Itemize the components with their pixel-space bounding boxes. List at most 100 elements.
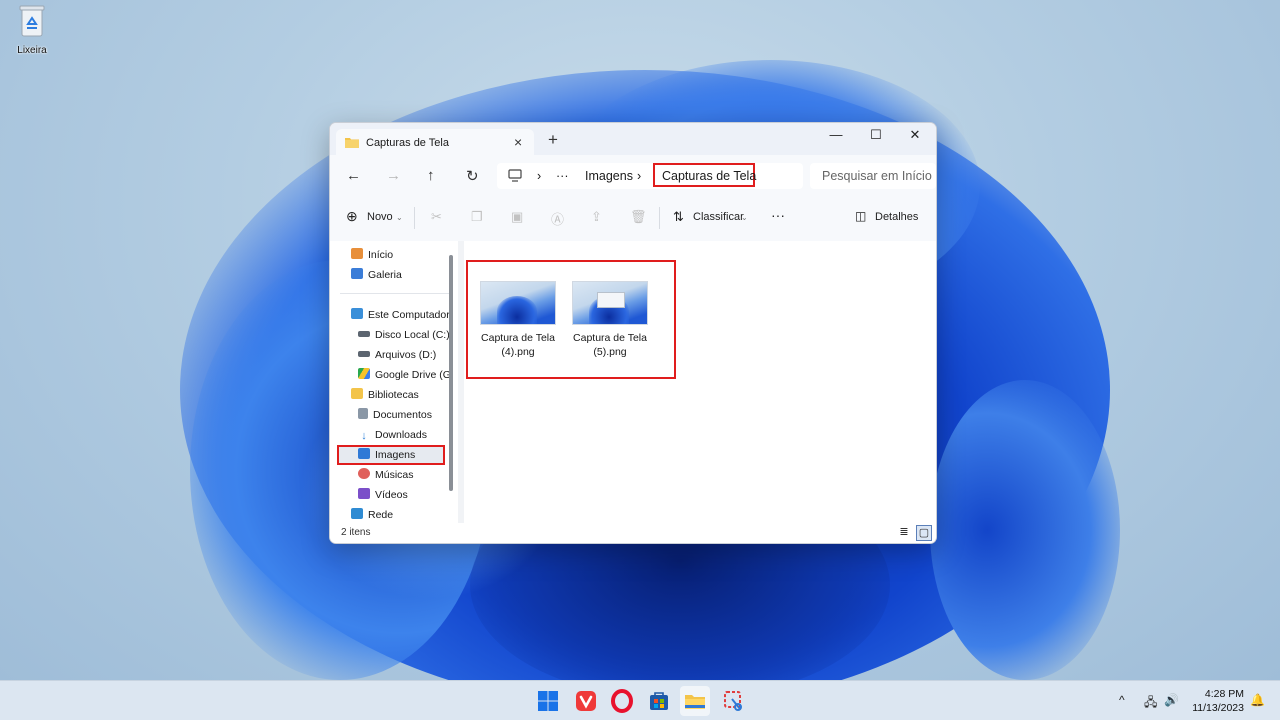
navigation-bar: ← → ↑ ↻ › ··· Imagens › Capturas de Tela… [330, 155, 936, 197]
chevron-down-icon: ⌄ [396, 213, 403, 222]
folder-icon [345, 138, 359, 148]
close-button[interactable]: ✕ [895, 127, 935, 143]
taskbar: ^ 🖧 🔊 4:28 PM 11/13/2023 🔔 [0, 680, 1280, 720]
close-tab-icon[interactable]: × [514, 134, 522, 150]
sidebar-item-disco-local[interactable]: Disco Local (C:) [358, 326, 450, 344]
details-view-icon[interactable]: ≣ [897, 525, 911, 539]
rename-icon[interactable]: Ⓐ [551, 209, 564, 228]
refresh-button[interactable]: ↻ [466, 167, 479, 185]
network-icon [351, 508, 363, 519]
file-explorer-icon [685, 695, 705, 709]
google-drive-icon [358, 368, 370, 379]
sidebar-item-rede[interactable]: Rede [351, 506, 393, 524]
store-icon[interactable] [647, 689, 671, 713]
sidebar-item-bibliotecas[interactable]: Bibliotecas [351, 386, 419, 404]
file-item[interactable]: Captura de Tela (5).png [568, 281, 652, 359]
status-bar: 2 itens ≣ ▢ [330, 523, 936, 543]
opera-icon[interactable] [610, 689, 634, 713]
clock[interactable]: 4:28 PM 11/13/2023 [1182, 687, 1244, 715]
drive-icon [358, 331, 370, 337]
sidebar-item-galeria[interactable]: Galeria [351, 266, 402, 284]
sidebar-item-google-drive[interactable]: Google Drive (G [358, 366, 451, 384]
image-thumbnail [480, 281, 556, 325]
new-tab-button[interactable]: + [548, 131, 558, 148]
vivaldi-icon[interactable] [574, 689, 598, 713]
computer-icon [508, 169, 522, 182]
breadcrumb-more[interactable]: ··· [556, 169, 569, 183]
network-icon[interactable]: 🖧 [1144, 693, 1157, 714]
search-input[interactable]: Pesquisar em Início [810, 163, 936, 189]
navigation-pane: Início Galeria Este Computador Disco Loc… [330, 241, 458, 523]
sidebar-item-label: Arquivos (D:) [375, 349, 437, 361]
breadcrumb-imagens[interactable]: Imagens [585, 169, 633, 183]
back-button[interactable]: ← [346, 167, 361, 184]
sort-button[interactable]: Classificar [693, 211, 744, 223]
sidebar-item-label: Músicas [375, 469, 414, 481]
thumbnail-bloom [497, 296, 537, 324]
videos-icon [358, 488, 370, 499]
sidebar-item-label: Google Drive (G [375, 369, 451, 381]
maximize-button[interactable]: ☐ [856, 127, 896, 143]
sidebar-item-este-computador[interactable]: Este Computador [351, 306, 450, 324]
file-name-line1: Captura de Tela [481, 332, 555, 344]
forward-button[interactable]: → [386, 167, 401, 184]
folder-icon [351, 388, 363, 399]
address-bar[interactable]: › ··· Imagens › Capturas de Tela [497, 163, 803, 189]
tab-title: Capturas de Tela [366, 137, 449, 149]
breadcrumb-capturas-de-tela[interactable]: Capturas de Tela [662, 169, 756, 183]
details-button[interactable]: Detalhes [875, 211, 918, 223]
sidebar-divider [340, 293, 450, 294]
chevron-down-icon: ⌄ [741, 213, 748, 222]
recycle-bin-shortcut[interactable]: Lixeira [12, 4, 52, 56]
search-placeholder: Pesquisar em Início [822, 169, 932, 183]
delete-icon[interactable]: 🗑 [630, 209, 647, 225]
sidebar-item-label: Este Computador [368, 309, 450, 321]
new-button[interactable]: Novo [367, 211, 393, 223]
sidebar-item-documentos[interactable]: Documentos [358, 406, 432, 424]
more-options-button[interactable]: ··· [771, 207, 785, 223]
sidebar-item-label: Disco Local (C:) [375, 329, 450, 341]
new-plus-icon: ⊕ [346, 208, 358, 224]
snipping-tool-icon[interactable] [722, 689, 746, 713]
notification-bell-icon[interactable]: 🔔 [1250, 693, 1265, 707]
sidebar-item-label: Início [368, 249, 394, 261]
sidebar-item-downloads[interactable]: ↓ Downloads [358, 426, 427, 444]
sidebar-item-arquivos[interactable]: Arquivos (D:) [358, 346, 436, 364]
sort-icon: ⇅ [673, 209, 684, 224]
up-button[interactable]: ↑ [427, 167, 435, 184]
recycle-bin-icon [19, 5, 45, 37]
file-item[interactable]: Captura de Tela (4).png [476, 281, 560, 359]
file-explorer-taskbar-button[interactable] [680, 686, 710, 716]
minimize-button[interactable]: — [816, 127, 856, 142]
windows-start-icon[interactable] [536, 689, 560, 713]
title-bar: Capturas de Tela × + — ☐ ✕ [330, 123, 936, 157]
command-bar: ⊕ Novo ⌄ ✂ ❐ ▣ Ⓐ ⇪ 🗑 ⇅ Classificar ⌄ ···… [330, 197, 936, 242]
clock-date: 11/13/2023 [1192, 702, 1244, 714]
sidebar-item-videos[interactable]: Vídeos [358, 486, 408, 504]
recycle-bin-label: Lixeira [17, 45, 47, 56]
item-count: 2 itens [341, 527, 371, 538]
sidebar-item-label: Vídeos [375, 489, 408, 501]
file-list: Captura de Tela (4).png Captura de Tela … [464, 241, 936, 523]
clock-time: 4:28 PM [1204, 688, 1244, 700]
cut-icon[interactable]: ✂ [431, 209, 442, 225]
sidebar-scrollbar[interactable] [449, 255, 453, 491]
sidebar-item-label: Bibliotecas [368, 389, 419, 401]
sidebar-item-label: Imagens [375, 449, 416, 461]
share-icon[interactable]: ⇪ [591, 209, 602, 225]
image-thumbnail [572, 281, 648, 325]
sidebar-item-inicio[interactable]: Início [351, 246, 393, 264]
thumbnail-dialog [597, 292, 625, 308]
breadcrumb-separator: › [537, 169, 542, 183]
toolbar-divider [414, 207, 415, 229]
volume-icon[interactable]: 🔊 [1164, 693, 1179, 707]
paste-icon[interactable]: ▣ [511, 209, 523, 225]
home-icon [351, 248, 363, 259]
sidebar-item-musicas[interactable]: Músicas [358, 466, 414, 484]
show-hidden-icons-button[interactable]: ^ [1119, 693, 1125, 707]
sidebar-item-imagens[interactable]: Imagens [358, 446, 415, 464]
copy-icon[interactable]: ❐ [471, 209, 483, 225]
tab-capturas-de-tela[interactable]: Capturas de Tela × [336, 129, 534, 157]
computer-icon [351, 308, 363, 319]
large-icons-view-icon[interactable]: ▢ [916, 525, 932, 541]
